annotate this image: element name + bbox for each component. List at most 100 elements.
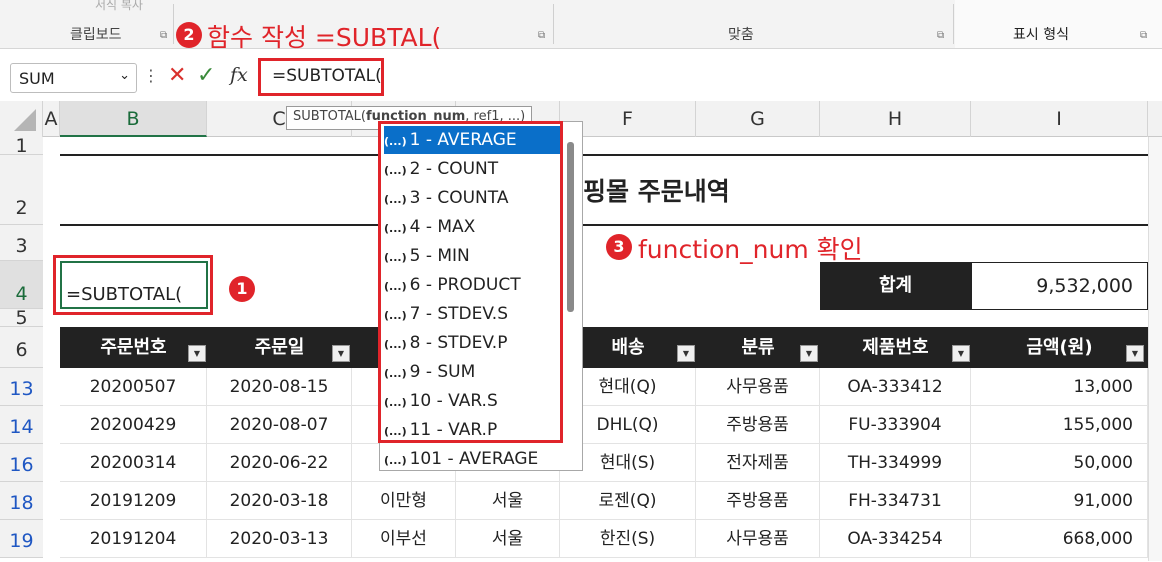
header-amount: 금액(원) [971, 327, 1148, 368]
header-order-no: 주문번호 [60, 327, 207, 368]
group-clipboard-label: 클립보드 [70, 27, 122, 43]
tooltip-func: SUBTOTAL( [293, 109, 366, 124]
table-cell-i[interactable]: 50,000 [971, 444, 1148, 482]
insert-function-icon[interactable]: fx [230, 64, 248, 86]
table-cell-i[interactable]: 91,000 [971, 482, 1148, 520]
dropdown-item-label: 101 - AVERAGE [409, 449, 539, 469]
table-cell-b[interactable]: 20200429 [60, 406, 207, 444]
enter-check-icon[interactable]: ✓ [197, 63, 215, 88]
title-bottom-border [60, 224, 1148, 226]
header-product-no: 제품번호 [820, 327, 971, 368]
table-cell-b[interactable]: 20200507 [60, 368, 207, 406]
table-cell-h[interactable]: TH-334999 [820, 444, 971, 482]
header-order-no-label: 주문번호 [100, 337, 167, 358]
filter-dropdown-icon[interactable]: ▼ [800, 345, 818, 362]
header-d [352, 327, 380, 368]
row-header-3[interactable]: 3 [0, 225, 43, 261]
table-cell-i[interactable]: 13,000 [971, 368, 1148, 406]
annotation-check-function-num: function_num 확인 [638, 235, 863, 264]
name-box[interactable]: SUM ⌄ [10, 63, 137, 93]
col-header-a[interactable]: A [43, 101, 60, 137]
table-cell-c[interactable]: 2020-03-18 [207, 482, 352, 520]
table-cell-f[interactable]: 로젠(Q) [560, 482, 696, 520]
filter-dropdown-icon[interactable]: ▼ [332, 345, 350, 362]
table-cell-f[interactable]: 한진(S) [560, 520, 696, 558]
filter-dropdown-icon[interactable]: ▼ [952, 345, 970, 362]
group-number-label: 표시 형식 [1013, 27, 1069, 43]
function-arg-icon: (...) [384, 454, 407, 467]
header-category-label: 분류 [741, 337, 775, 358]
filter-dropdown-icon[interactable]: ▼ [188, 345, 206, 362]
sum-value: 9,532,000 [971, 262, 1148, 310]
col-header-h[interactable]: H [820, 101, 971, 137]
dialog-launcher-icon[interactable]: ⧉ [160, 30, 167, 41]
formula-input[interactable]: =SUBTOTAL( [272, 66, 382, 86]
table-cell-g[interactable]: 주방용품 [696, 482, 820, 520]
table-cell-b[interactable]: 20191204 [60, 520, 207, 558]
badge-1: 1 [229, 276, 255, 302]
table-cell-g[interactable]: 전자제품 [696, 444, 820, 482]
table-cell-b[interactable]: 20200314 [60, 444, 207, 482]
sum-label: 합계 [820, 262, 971, 310]
table-cell-h[interactable]: FU-333904 [820, 406, 971, 444]
header-shipping-label: 배송 [611, 337, 645, 358]
group-align-label: 맞춤 [728, 27, 754, 43]
table-cell-c[interactable]: 2020-08-15 [207, 368, 352, 406]
col-header-g[interactable]: G [696, 101, 820, 137]
table-cell-g[interactable]: 사무용품 [696, 520, 820, 558]
row-header-5[interactable]: 5 [0, 309, 43, 328]
table-cell-i[interactable]: 668,000 [971, 520, 1148, 558]
table-cell-e[interactable]: 서울 [456, 520, 560, 558]
row-header-6[interactable]: 6 [0, 327, 43, 368]
dialog-launcher-icon[interactable]: ⧉ [937, 30, 944, 41]
table-cell-c[interactable]: 2020-06-22 [207, 444, 352, 482]
ribbon-divider [953, 4, 954, 44]
more-options-icon[interactable]: ⋮ [143, 66, 159, 85]
dropdown-highlight-box [378, 121, 563, 443]
dialog-launcher-icon[interactable]: ⧉ [1140, 30, 1147, 41]
dialog-launcher-icon[interactable]: ⧉ [538, 30, 545, 41]
table-cell-h[interactable]: FH-334731 [820, 482, 971, 520]
table-cell-c[interactable]: 2020-03-13 [207, 520, 352, 558]
dropdown-item[interactable]: (...) 101 - AVERAGE [384, 445, 564, 473]
row-header-14[interactable]: 14 [0, 406, 43, 444]
header-order-date: 주문일 [207, 327, 352, 368]
ribbon-divider [553, 4, 554, 44]
sheet-title: 핑몰 주문내역 [583, 177, 730, 206]
table-cell-g[interactable]: 사무용품 [696, 368, 820, 406]
header-amount-label: 금액(원) [1026, 337, 1093, 358]
table-cell-e[interactable]: 서울 [456, 482, 560, 520]
dropdown-scrollbar[interactable] [567, 142, 574, 312]
cancel-icon[interactable]: ✕ [168, 63, 186, 88]
col-header-i[interactable]: I [971, 101, 1148, 137]
chevron-down-icon[interactable]: ⌄ [119, 68, 130, 83]
row-header-4[interactable]: 4 [0, 261, 43, 309]
select-all-triangle-icon [14, 109, 36, 131]
table-cell-h[interactable]: OA-333412 [820, 368, 971, 406]
col-header-b[interactable]: B [60, 101, 207, 137]
title-top-border [60, 154, 1148, 156]
select-all-corner[interactable] [0, 101, 43, 137]
header-product-no-label: 제품번호 [862, 337, 929, 358]
row-header-18[interactable]: 18 [0, 482, 43, 520]
table-cell-d[interactable]: 이만형 [352, 482, 456, 520]
table-cell-g[interactable]: 주방용품 [696, 406, 820, 444]
row-header-13[interactable]: 13 [0, 368, 43, 406]
row-header-2[interactable]: 2 [0, 155, 43, 225]
format-painter-label[interactable]: 서식 복사 [95, 0, 143, 13]
cell-b4-value: =SUBTOTAL( [66, 284, 183, 305]
filter-dropdown-icon[interactable]: ▼ [677, 345, 695, 362]
table-cell-h[interactable]: OA-334254 [820, 520, 971, 558]
table-cell-d[interactable]: 이부선 [352, 520, 456, 558]
name-box-value: SUM [19, 69, 55, 88]
right-edge [1148, 137, 1162, 561]
filter-dropdown-icon[interactable]: ▼ [1126, 345, 1144, 362]
table-cell-i[interactable]: 155,000 [971, 406, 1148, 444]
badge-2: 2 [176, 22, 202, 48]
row-header-1[interactable]: 1 [0, 137, 43, 156]
table-cell-b[interactable]: 20191209 [60, 482, 207, 520]
row-header-19[interactable]: 19 [0, 520, 43, 558]
table-cell-c[interactable]: 2020-08-07 [207, 406, 352, 444]
badge-3: 3 [606, 234, 632, 260]
row-header-16[interactable]: 16 [0, 444, 43, 482]
